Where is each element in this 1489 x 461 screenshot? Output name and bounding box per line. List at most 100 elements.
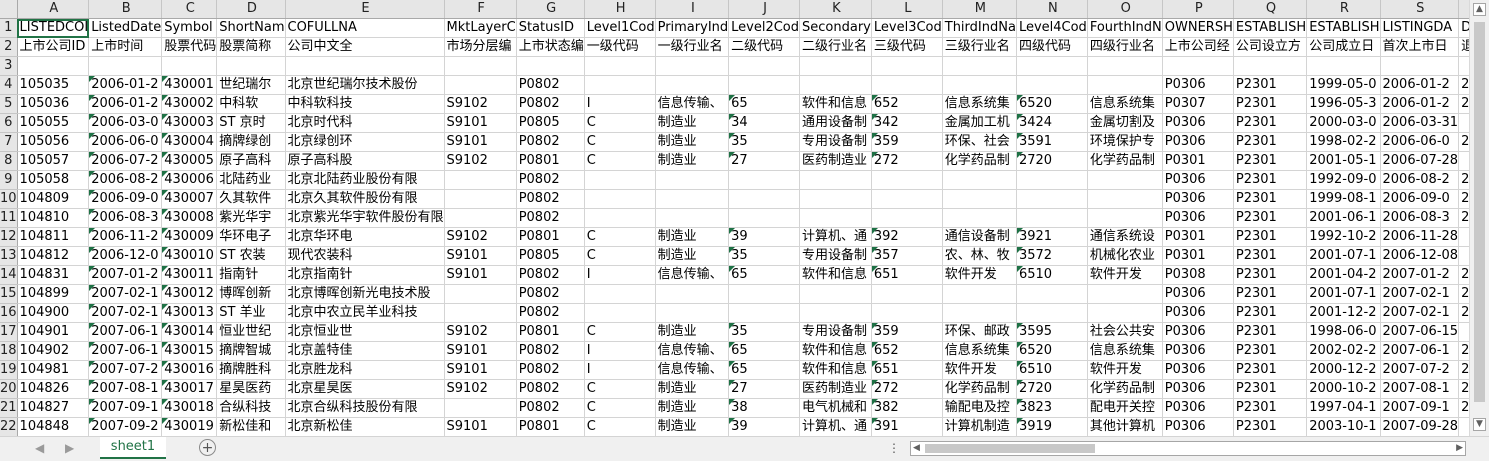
cell[interactable]: 公司成立日 [1306, 37, 1381, 57]
cell[interactable] [17, 56, 90, 76]
cell[interactable]: 博晖创新 [216, 284, 286, 304]
cell[interactable] [88, 56, 163, 76]
cell[interactable]: 通信系统设 [1087, 227, 1163, 247]
cell[interactable]: S9102 [444, 94, 517, 114]
cell[interactable] [1380, 56, 1460, 76]
cell[interactable]: 摘牌绿创 [216, 132, 286, 152]
cell[interactable]: 430009 [161, 227, 218, 247]
cell[interactable]: FourthIndN [1087, 18, 1163, 38]
cell[interactable]: 计算机制造 [942, 417, 1017, 436]
cell[interactable] [799, 56, 872, 76]
cell[interactable]: 化学药品制 [942, 151, 1017, 171]
row-header[interactable]: 18 [0, 341, 18, 361]
cell[interactable]: P0802 [516, 75, 585, 95]
cell[interactable]: 104810 [17, 208, 90, 228]
cell[interactable]: S9101 [444, 132, 517, 152]
cell[interactable]: P0801 [516, 417, 585, 436]
cell[interactable]: 2007-09-1 [1380, 398, 1460, 418]
cell[interactable] [1016, 189, 1088, 209]
cell[interactable] [1087, 56, 1163, 76]
cell[interactable]: 2007-08-1 [1380, 379, 1460, 399]
cell[interactable]: 65 [728, 94, 801, 114]
cell[interactable]: P0306 [1162, 360, 1234, 380]
cell[interactable] [942, 284, 1017, 304]
cell[interactable]: 2007-06-1 [88, 322, 163, 342]
cell[interactable] [444, 170, 517, 190]
row-header[interactable]: 14 [0, 265, 18, 285]
cell[interactable]: 2006-08-3 [1380, 208, 1460, 228]
cell[interactable]: 北京久其软件股份有限 [285, 189, 445, 209]
cell[interactable]: 2006-09-0 [1380, 189, 1460, 209]
cell[interactable]: P0306 [1162, 132, 1234, 152]
cell[interactable]: P2301 [1233, 265, 1308, 285]
cell[interactable] [799, 75, 872, 95]
row-header[interactable]: 7 [0, 132, 18, 152]
cell[interactable]: 392 [871, 227, 943, 247]
cell[interactable]: 430006 [161, 170, 218, 190]
cell[interactable]: 2007-09-2 [88, 417, 163, 436]
cell[interactable]: 2009-09-3 [1458, 170, 1469, 190]
cell[interactable] [1016, 208, 1088, 228]
cell[interactable]: ESTABLISH [1306, 18, 1381, 38]
cell[interactable]: 2010-12-0 [1458, 75, 1469, 95]
row-header[interactable]: 22 [0, 417, 18, 436]
row-header[interactable]: 19 [0, 360, 18, 380]
cell[interactable] [871, 303, 943, 323]
nav-next-icon[interactable]: ▶ [65, 441, 74, 455]
cell[interactable]: 制造业 [655, 417, 730, 436]
cell[interactable]: P2301 [1233, 246, 1308, 266]
cell[interactable]: 3424 [1016, 113, 1088, 133]
cell[interactable]: 430007 [161, 189, 218, 209]
cell[interactable]: 2006-06-0 [1380, 132, 1460, 152]
cell[interactable]: 专用设备制 [799, 246, 872, 266]
cell[interactable]: P0306 [1162, 170, 1234, 190]
cell[interactable]: 2001-06-1 [1306, 208, 1381, 228]
cell[interactable]: P0802 [516, 170, 585, 190]
cell[interactable]: 2015-06-0 [1458, 398, 1469, 418]
row-header[interactable]: 1 [0, 18, 18, 38]
cell[interactable] [942, 75, 1017, 95]
cell[interactable]: 信息传输、 [655, 341, 730, 361]
cell[interactable]: 2023-01-3 [1458, 341, 1469, 361]
cell[interactable] [799, 170, 872, 190]
cell[interactable]: PrimaryInd [655, 18, 730, 38]
cell[interactable]: P0801 [516, 227, 585, 247]
cell[interactable]: 星昊医药 [216, 379, 286, 399]
cell[interactable]: P0306 [1162, 75, 1234, 95]
cell[interactable]: P2301 [1233, 170, 1308, 190]
cell[interactable]: P0801 [516, 151, 585, 171]
cell[interactable] [655, 208, 730, 228]
cell[interactable]: 软件开发 [942, 265, 1017, 285]
cell[interactable]: 紫光华宇 [216, 208, 286, 228]
cell[interactable]: 股票简称 [216, 37, 286, 57]
cell[interactable]: P0306 [1162, 379, 1234, 399]
cell[interactable] [655, 303, 730, 323]
cell[interactable]: 信息系统集 [942, 341, 1017, 361]
cell[interactable] [1016, 75, 1088, 95]
cell[interactable]: 北京盖特佳 [285, 341, 445, 361]
cell[interactable]: 四级代码 [1016, 37, 1088, 57]
cell[interactable]: 电气机械和 [799, 398, 872, 418]
cell[interactable]: P0802 [516, 379, 585, 399]
cell[interactable]: MktLayerC [444, 18, 517, 38]
cell[interactable] [1458, 417, 1469, 436]
cell[interactable]: 二级代码 [728, 37, 801, 57]
cell[interactable] [655, 170, 730, 190]
cell[interactable]: 359 [871, 132, 943, 152]
cell[interactable]: 恒业世纪 [216, 322, 286, 342]
cell[interactable]: 272 [871, 151, 943, 171]
column-header-c[interactable]: C [161, 0, 218, 19]
cell[interactable]: 其他计算机 [1087, 417, 1163, 436]
cell[interactable]: 软件开发 [1087, 360, 1163, 380]
cell[interactable]: P2301 [1233, 189, 1308, 209]
cell[interactable]: P0802 [516, 341, 585, 361]
cell[interactable]: 2006-01-2 [88, 94, 163, 114]
cell[interactable]: 北京博晖创新光电技术股 [285, 284, 445, 304]
cell[interactable]: P2301 [1233, 322, 1308, 342]
cell[interactable]: 制造业 [655, 379, 730, 399]
cell[interactable]: S9101 [444, 341, 517, 361]
sheet-tab-sheet1[interactable]: sheet1 [100, 437, 166, 459]
cell[interactable]: 北京恒业世 [285, 322, 445, 342]
cell[interactable]: 化学药品制 [1087, 151, 1163, 171]
cell[interactable] [799, 284, 872, 304]
